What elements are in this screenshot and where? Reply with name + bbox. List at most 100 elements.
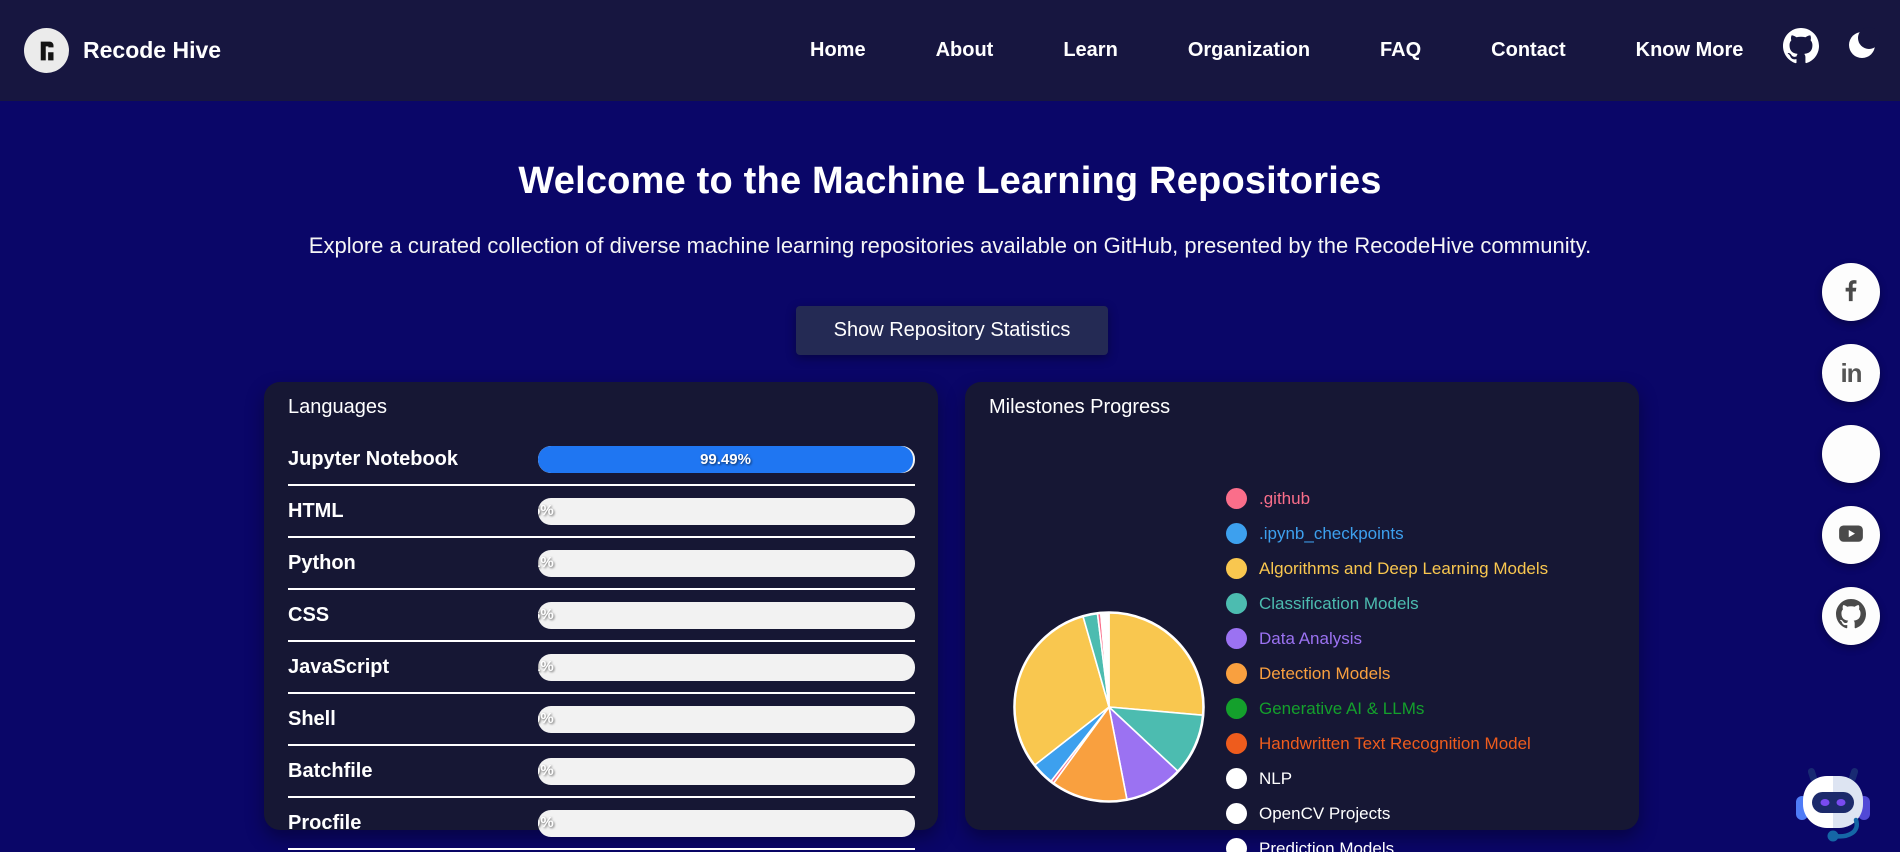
language-label: Python (288, 551, 356, 574)
legend-item[interactable]: .github (1226, 481, 1548, 516)
legend-color-dot (1226, 768, 1247, 789)
recodehive-logo-icon (24, 28, 69, 73)
nav-link-contact[interactable]: Contact (1491, 39, 1565, 62)
language-percent-label: 6% (538, 501, 554, 519)
language-row: Batchfile 0% (288, 746, 915, 798)
brand[interactable]: Recode Hive (24, 28, 221, 73)
linkedin-icon: in (1840, 357, 1862, 388)
language-row: CSS 3% (288, 590, 915, 642)
dark-mode-moon-icon[interactable] (1849, 27, 1880, 60)
github-icon[interactable] (1783, 28, 1819, 64)
nav-link-organization[interactable]: Organization (1188, 39, 1310, 62)
show-repository-statistics-button[interactable]: Show Repository Statistics (796, 306, 1108, 355)
legend-color-dot (1226, 523, 1247, 544)
legend-item[interactable]: NLP (1226, 761, 1548, 796)
language-row: HTML 6% (288, 486, 915, 538)
language-row: Jupyter Notebook 99.49% (288, 434, 915, 486)
milestones-pie-chart (1013, 611, 1205, 803)
legend-color-dot (1226, 803, 1247, 824)
navbar: Recode Hive Home About Learn Organization FA… (0, 0, 1900, 101)
language-label: Procfile (288, 811, 362, 834)
page-title: Welcome to the Machine Learning Reposito… (518, 160, 1382, 202)
language-percent-label: 1% (538, 553, 554, 571)
language-row: JavaScript 1% (288, 642, 915, 694)
language-progress-bar: 1% (538, 549, 915, 577)
milestones-card: Milestones Progress .github .ipynb_checkp… (965, 382, 1639, 852)
linkedin-button[interactable]: in (1822, 344, 1880, 402)
legend-color-dot (1226, 838, 1247, 852)
milestones-legend: .github .ipynb_checkpoints Algorithms and … (1226, 481, 1548, 852)
language-percent-label: 0% (538, 813, 554, 831)
legend-color-dot (1226, 593, 1247, 614)
facebook-button[interactable] (1822, 263, 1880, 321)
nav-link-about[interactable]: About (936, 39, 994, 62)
legend-color-dot (1226, 698, 1247, 719)
nav-links: Home About Learn Organization FAQ Contact Know… (810, 0, 1743, 101)
language-label: CSS (288, 603, 330, 626)
legend-item[interactable]: Classification Models (1226, 586, 1548, 621)
github-button[interactable] (1822, 587, 1880, 645)
youtube-icon (1836, 518, 1866, 553)
nav-link-learn[interactable]: Learn (1063, 39, 1117, 62)
language-progress-bar: 0% (538, 809, 915, 837)
milestones-card-title: Milestones Progress (989, 396, 1171, 418)
language-label: Shell (288, 707, 336, 730)
legend-item[interactable]: OpenCV Projects (1226, 796, 1548, 831)
nav-link-faq[interactable]: FAQ (1380, 39, 1421, 62)
legend-label: NLP (1259, 768, 1293, 788)
legend-item[interactable]: Handwritten Text Recognition Model (1226, 726, 1548, 761)
brand-name: Recode Hive (83, 37, 222, 63)
legend-label: .github (1259, 488, 1311, 508)
language-percent-label: 0% (538, 761, 554, 779)
language-percent-label: 3% (538, 605, 554, 623)
language-row: Python 1% (288, 538, 915, 590)
legend-item[interactable]: Prediction Models (1226, 831, 1548, 852)
language-progress-bar: 3% (538, 601, 915, 629)
language-rows: Jupyter Notebook 99.49% HTML 6% Python 1% CSS 3… (288, 434, 915, 850)
social-button-blank[interactable] (1822, 425, 1880, 483)
legend-label: Generative AI & LLMs (1259, 698, 1425, 718)
youtube-button[interactable] (1822, 506, 1880, 564)
legend-label: Data Analysis (1259, 628, 1362, 648)
language-progress-bar: 0% (538, 705, 915, 733)
language-percent-label: 1% (538, 657, 554, 675)
legend-label: .ipynb_checkpoints (1259, 523, 1404, 543)
legend-label: Algorithms and Deep Learning Models (1259, 558, 1549, 578)
legend-color-dot (1226, 488, 1247, 509)
legend-label: Prediction Models (1259, 838, 1395, 852)
language-percent-label: 99.49% (700, 450, 751, 468)
languages-card: Languages Jupyter Notebook 99.49% HTML 6% Py… (264, 382, 938, 850)
legend-item[interactable]: Detection Models (1226, 656, 1548, 691)
language-row: Shell 0% (288, 694, 915, 746)
social-sidebar: in (1822, 263, 1880, 645)
language-progress-bar: 99.49% (538, 445, 915, 473)
language-progress-bar: 6% (538, 497, 915, 525)
legend-item[interactable]: Algorithms and Deep Learning Models (1226, 551, 1548, 586)
page-subtitle: Explore a curated collection of diverse … (308, 233, 1592, 258)
language-label: Batchfile (288, 759, 373, 782)
legend-label: Handwritten Text Recognition Model (1259, 733, 1531, 753)
legend-item[interactable]: .ipynb_checkpoints (1226, 516, 1548, 551)
language-label: JavaScript (288, 655, 390, 678)
languages-card-title: Languages (288, 396, 387, 418)
language-progress-bar: 1% (538, 653, 915, 681)
nav-link-know-more[interactable]: Know More (1636, 39, 1744, 62)
nav-link-home[interactable]: Home (810, 39, 866, 62)
legend-color-dot (1226, 733, 1247, 754)
legend-color-dot (1226, 558, 1247, 579)
legend-label: OpenCV Projects (1259, 803, 1391, 823)
legend-label: Detection Models (1259, 663, 1391, 683)
chatbot-robot-icon[interactable] (1796, 766, 1870, 848)
language-percent-label: 0% (538, 709, 554, 727)
legend-color-dot (1226, 663, 1247, 684)
language-progress-bar: 0% (538, 757, 915, 785)
language-label: Jupyter Notebook (288, 447, 459, 470)
legend-item[interactable]: Data Analysis (1226, 621, 1548, 656)
github-icon (1836, 598, 1866, 634)
legend-item[interactable]: Generative AI & LLMs (1226, 691, 1548, 726)
facebook-icon (1837, 276, 1865, 309)
legend-label: Classification Models (1259, 593, 1419, 613)
language-row: Procfile 0% (288, 798, 915, 850)
language-label: HTML (288, 499, 344, 522)
legend-color-dot (1226, 628, 1247, 649)
